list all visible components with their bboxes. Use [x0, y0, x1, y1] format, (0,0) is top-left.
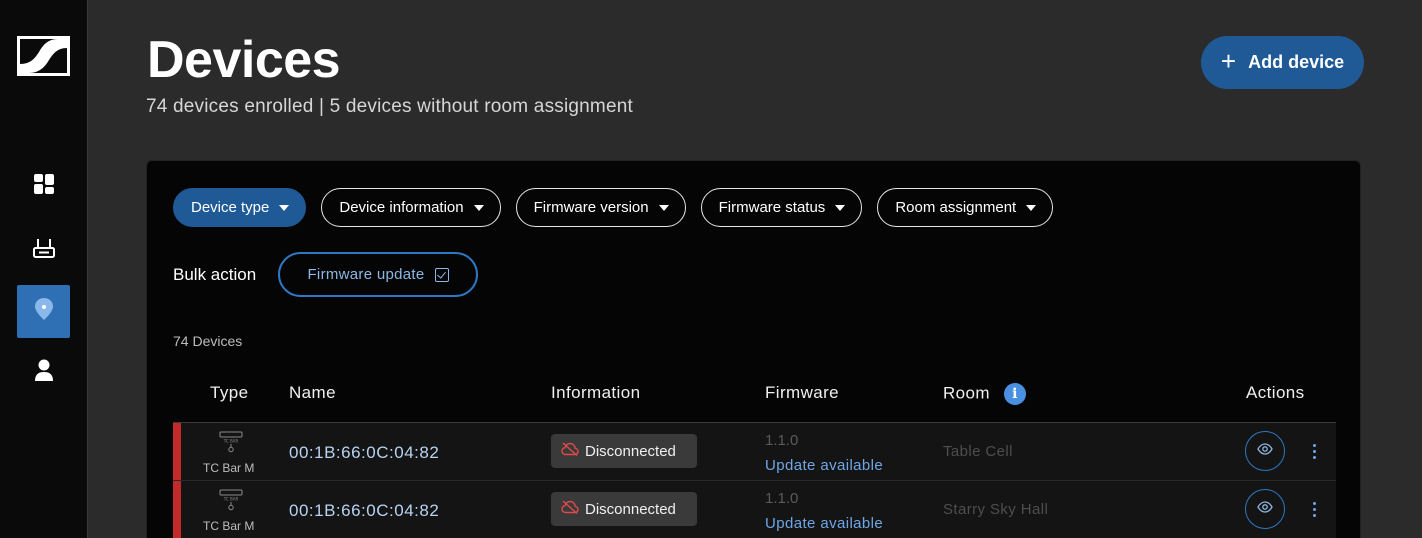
device-name-link[interactable]: 00:1B:66:0C:04:82 — [289, 443, 439, 463]
router-icon — [32, 237, 55, 264]
device-type: TC Bar M — [203, 461, 255, 475]
firmware-update-button[interactable]: Firmware update — [278, 252, 478, 297]
device-name-link[interactable]: 00:1B:66:0C:04:82 — [289, 501, 439, 521]
devices-panel: Device type Device information Firmware … — [146, 160, 1361, 538]
sidebar-item-devices[interactable] — [17, 224, 70, 277]
sidebar-item-dashboard[interactable] — [17, 160, 70, 213]
caret-down-icon — [1026, 204, 1037, 211]
add-device-label: Add device — [1248, 52, 1345, 72]
more-options-icon[interactable] — [1306, 497, 1322, 521]
add-device-button[interactable]: + Add device — [1201, 36, 1364, 89]
filter-room-assignment[interactable]: Room assignment — [877, 188, 1054, 227]
firmware-version: 1.1.0 — [765, 490, 799, 507]
page-title: Devices — [147, 31, 341, 89]
filter-firmware-version[interactable]: Firmware version — [515, 188, 686, 227]
error-indicator — [173, 423, 181, 480]
status-label: Disconnected — [585, 442, 676, 460]
filter-label: Device information — [339, 199, 464, 216]
error-indicator — [173, 481, 181, 538]
update-available-link[interactable]: Update available — [765, 515, 883, 532]
table-header: Type Name Information Firmware Room i Act… — [173, 361, 1336, 423]
room-name: Table Cell — [943, 443, 1013, 460]
caret-down-icon — [473, 204, 484, 211]
main-content: Devices 74 devices enrolled | 5 devices … — [88, 0, 1422, 538]
checkbox-icon — [434, 267, 449, 282]
column-header-room-label[interactable]: Room — [943, 383, 990, 402]
status-label: Disconnected — [585, 500, 676, 518]
tc-bar-device-icon: TC BAR — [213, 489, 249, 511]
dashboard-icon — [33, 173, 55, 200]
table-row[interactable]: TC BAR TC Bar M 00:1B:66:0C:04:82 Discon… — [173, 423, 1336, 481]
sidebar-item-locations[interactable] — [17, 285, 70, 338]
view-button[interactable] — [1245, 431, 1285, 471]
filter-label: Device type — [191, 199, 270, 216]
column-header-type[interactable]: Type — [210, 383, 248, 403]
column-header-actions: Actions — [1246, 383, 1305, 402]
eye-icon — [1257, 500, 1273, 518]
filter-label: Firmware status — [718, 199, 826, 216]
location-pin-icon — [33, 297, 55, 326]
bulk-action-label: Bulk action — [173, 265, 257, 284]
view-button[interactable] — [1245, 489, 1285, 529]
user-icon — [33, 358, 55, 387]
tc-bar-device-icon: TC BAR — [213, 431, 249, 453]
device-type: TC Bar M — [203, 519, 255, 533]
status-badge: Disconnected — [551, 434, 697, 468]
plus-icon: + — [1220, 46, 1237, 76]
device-count: 74 Devices — [173, 333, 243, 349]
caret-down-icon — [835, 204, 846, 211]
room-name: Starry Sky Hall — [943, 501, 1049, 518]
filter-label: Room assignment — [895, 199, 1017, 216]
more-options-icon[interactable] — [1306, 439, 1322, 463]
column-header-information[interactable]: Information — [551, 383, 640, 403]
column-header-name[interactable]: Name — [289, 383, 336, 403]
table-row[interactable]: TC BAR TC Bar M 00:1B:66:0C:04:82 Discon… — [173, 481, 1336, 538]
filter-device-information[interactable]: Device information — [321, 188, 501, 227]
filter-label: Firmware version — [533, 199, 649, 216]
cloud-off-icon — [561, 500, 579, 518]
caret-down-icon — [279, 204, 290, 211]
eye-icon — [1257, 442, 1273, 460]
devices-table: Type Name Information Firmware Room i Act… — [173, 361, 1336, 538]
filter-firmware-status[interactable]: Firmware status — [700, 188, 863, 227]
cloud-off-icon — [561, 442, 579, 460]
status-badge: Disconnected — [551, 492, 697, 526]
caret-down-icon — [658, 204, 669, 211]
column-header-room: Room i — [943, 383, 1026, 405]
filter-device-type[interactable]: Device type — [173, 188, 307, 227]
sidebar-item-users[interactable] — [17, 346, 70, 399]
firmware-update-label: Firmware update — [307, 266, 425, 283]
update-available-link[interactable]: Update available — [765, 457, 883, 474]
column-header-firmware[interactable]: Firmware — [765, 383, 839, 403]
svg-text:TC BAR: TC BAR — [223, 497, 239, 502]
info-icon[interactable]: i — [1003, 383, 1026, 405]
sidebar — [0, 0, 88, 538]
sennheiser-logo-icon[interactable] — [17, 36, 70, 76]
firmware-version: 1.1.0 — [765, 432, 799, 449]
page-subtitle: 74 devices enrolled | 5 devices without … — [146, 96, 633, 117]
svg-text:TC BAR: TC BAR — [223, 439, 239, 444]
filter-bar: Device type Device information Firmware … — [173, 188, 1054, 227]
